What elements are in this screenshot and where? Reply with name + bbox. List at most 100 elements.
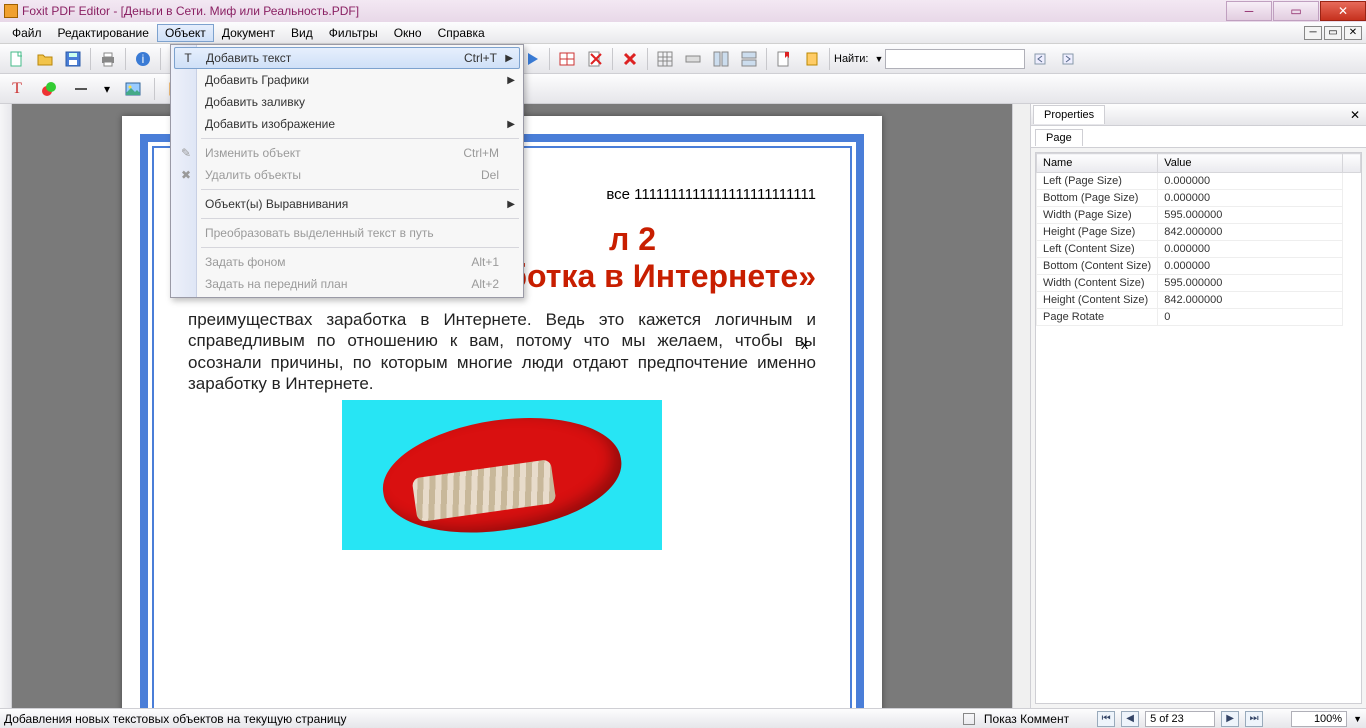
menu-bar: Файл Редактирование Объект Документ Вид … xyxy=(0,22,1366,44)
property-row[interactable]: Page Rotate0 xyxy=(1037,309,1361,326)
split-button[interactable] xyxy=(736,46,762,72)
maximize-button[interactable]: ▭ xyxy=(1273,1,1319,21)
ruler-button[interactable] xyxy=(680,46,706,72)
menu-item-label: Добавить Графики xyxy=(205,73,309,87)
property-row[interactable]: Left (Content Size)0.000000 xyxy=(1037,241,1361,258)
mdi-restore-button[interactable]: ▭ xyxy=(1324,26,1342,40)
menu-item-label: Добавить изображение xyxy=(205,117,335,131)
status-hint: Добавления новых текстовых объектов на т… xyxy=(4,712,346,726)
properties-close-icon[interactable]: ✕ xyxy=(1350,108,1360,122)
submenu-arrow-icon: ▶ xyxy=(507,75,515,86)
property-name: Width (Content Size) xyxy=(1037,275,1158,292)
menu-item: Преобразовать выделенный текст в путь xyxy=(173,222,521,244)
property-name: Left (Content Size) xyxy=(1037,241,1158,258)
grid-button[interactable] xyxy=(652,46,678,72)
show-comment-checkbox[interactable] xyxy=(963,713,975,725)
mdi-minimize-button[interactable]: ─ xyxy=(1304,26,1322,40)
page-tab[interactable]: Page xyxy=(1035,129,1083,146)
menu-window[interactable]: Окно xyxy=(386,24,430,42)
menu-shortcut: Del xyxy=(481,168,499,182)
zoom-dropdown-icon[interactable]: ▼ xyxy=(1353,714,1362,724)
property-row[interactable]: Width (Content Size)595.000000 xyxy=(1037,275,1361,292)
menu-item-label: Добавить текст xyxy=(206,51,291,65)
prev-page-button[interactable]: ◀ xyxy=(1121,711,1139,727)
last-page-button[interactable]: ⏭ xyxy=(1245,711,1263,727)
mdi-close-button[interactable]: ✕ xyxy=(1344,26,1362,40)
property-name: Bottom (Page Size) xyxy=(1037,190,1158,207)
svg-text:i: i xyxy=(142,52,145,66)
menu-edit[interactable]: Редактирование xyxy=(50,24,157,42)
line-dropdown[interactable]: ▾ xyxy=(100,76,114,102)
line-button[interactable] xyxy=(68,76,94,102)
property-name: Width (Page Size) xyxy=(1037,207,1158,224)
property-name: Height (Content Size) xyxy=(1037,292,1158,309)
property-row[interactable]: Left (Page Size)0.000000 xyxy=(1037,173,1361,190)
show-comment-label: Показ Коммент xyxy=(984,712,1069,726)
menu-filters[interactable]: Фильтры xyxy=(321,24,386,42)
search-input[interactable] xyxy=(885,49,1025,69)
left-strip xyxy=(0,104,12,708)
info-button[interactable]: i xyxy=(130,46,156,72)
table-button[interactable] xyxy=(554,46,580,72)
menu-item-label: Задать на передний план xyxy=(205,277,347,291)
property-name: Left (Page Size) xyxy=(1037,173,1158,190)
menu-item[interactable]: Добавить заливку xyxy=(173,91,521,113)
minimize-button[interactable]: ─ xyxy=(1226,1,1272,21)
open-file-button[interactable] xyxy=(32,46,58,72)
delete-page-button[interactable] xyxy=(582,46,608,72)
search-next-button[interactable] xyxy=(1055,46,1081,72)
title-bar: Foxit PDF Editor - [Деньги в Сети. Миф и… xyxy=(0,0,1366,22)
menu-shortcut: Alt+1 xyxy=(471,255,499,269)
menu-item[interactable]: TДобавить текстCtrl+T▶ xyxy=(174,47,520,69)
col-name[interactable]: Name xyxy=(1037,154,1158,173)
menu-help[interactable]: Справка xyxy=(430,24,493,42)
property-value: 595.000000 xyxy=(1158,207,1343,224)
page-input[interactable] xyxy=(1145,711,1215,727)
property-row[interactable]: Height (Page Size)842.000000 xyxy=(1037,224,1361,241)
property-row[interactable]: Width (Page Size)595.000000 xyxy=(1037,207,1361,224)
bookmark-button[interactable] xyxy=(771,46,797,72)
new-file-button[interactable] xyxy=(4,46,30,72)
first-page-button[interactable]: ⏮ xyxy=(1097,711,1115,727)
zoom-input[interactable] xyxy=(1291,711,1347,727)
submenu-arrow-icon: ▶ xyxy=(505,53,513,64)
property-value: 595.000000 xyxy=(1158,275,1343,292)
menu-item-label: Объект(ы) Выравнивания xyxy=(205,197,348,211)
menu-item-label: Задать фоном xyxy=(205,255,286,269)
menu-object[interactable]: Объект xyxy=(157,24,214,42)
properties-tab[interactable]: Properties xyxy=(1033,105,1105,124)
add-text-button[interactable]: T xyxy=(4,76,30,102)
menu-item[interactable]: Добавить изображение▶ xyxy=(173,113,521,135)
menu-item: Задать фоном Alt+1 xyxy=(173,251,521,273)
close-button[interactable]: ✕ xyxy=(1320,1,1366,21)
menu-document[interactable]: Документ xyxy=(214,24,283,42)
search-dropdown-icon[interactable]: ▼ xyxy=(874,54,883,64)
image-button[interactable] xyxy=(120,76,146,102)
app-icon xyxy=(4,4,18,18)
property-value: 0.000000 xyxy=(1158,190,1343,207)
save-button[interactable] xyxy=(60,46,86,72)
cancel-button[interactable] xyxy=(617,46,643,72)
attach-button[interactable] xyxy=(799,46,825,72)
menu-shortcut: Ctrl+M xyxy=(463,146,499,160)
property-row[interactable]: Bottom (Page Size)0.000000 xyxy=(1037,190,1361,207)
menu-item[interactable]: Добавить Графики ▶ xyxy=(173,69,521,91)
vertical-scrollbar[interactable] xyxy=(1012,104,1030,708)
col-value[interactable]: Value xyxy=(1158,154,1343,173)
property-value: 842.000000 xyxy=(1158,224,1343,241)
property-row[interactable]: Height (Content Size)842.000000 xyxy=(1037,292,1361,309)
menu-item[interactable]: Объект(ы) Выравнивания▶ xyxy=(173,193,521,215)
next-page-button[interactable]: ▶ xyxy=(1221,711,1239,727)
menu-item-label: Преобразовать выделенный текст в путь xyxy=(205,226,434,240)
shape-button[interactable] xyxy=(36,76,62,102)
search-prev-button[interactable] xyxy=(1027,46,1053,72)
doc-paragraph: преимуществах заработка в Интернете. Вед… xyxy=(188,309,816,394)
property-row[interactable]: Bottom (Content Size)0.000000 xyxy=(1037,258,1361,275)
layout-button[interactable] xyxy=(708,46,734,72)
menu-view[interactable]: Вид xyxy=(283,24,321,42)
menu-file[interactable]: Файл xyxy=(4,24,50,42)
print-button[interactable] xyxy=(95,46,121,72)
property-value: 0.000000 xyxy=(1158,173,1343,190)
property-name: Bottom (Content Size) xyxy=(1037,258,1158,275)
menu-item: ✎Изменить объектCtrl+M xyxy=(173,142,521,164)
